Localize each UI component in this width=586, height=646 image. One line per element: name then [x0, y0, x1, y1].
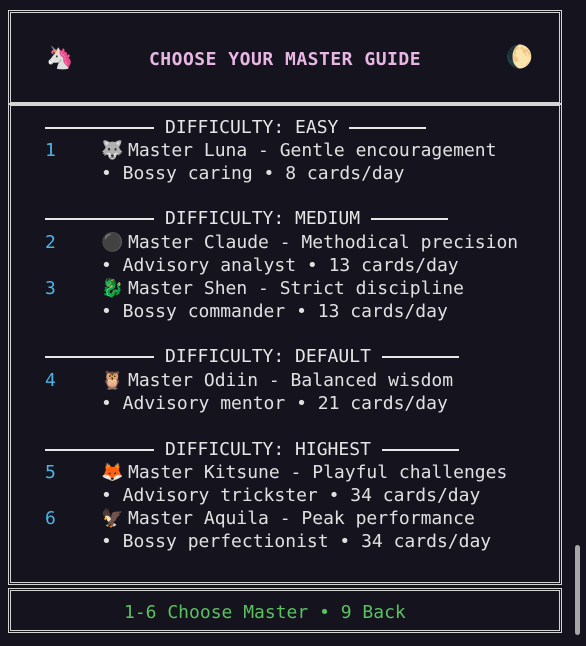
master-option-shen[interactable]: 🐉 Master Shen - Strict discipline	[101, 278, 464, 299]
section-heading-label: DIFFICULTY: DEFAULT	[165, 346, 371, 367]
master-option-kitsune[interactable]: 🦊 Master Kitsune - Playful challenges	[101, 462, 507, 483]
master-number-2[interactable]: 2	[45, 232, 56, 253]
section-heading-label: DIFFICULTY: MEDIUM	[165, 208, 361, 229]
rule-right	[349, 126, 427, 129]
section-heading-label: DIFFICULTY: HIGHEST	[165, 439, 371, 460]
wolf-icon: 🐺	[101, 140, 124, 161]
footer-panel: 1-6 Choose Master • 9 Back	[8, 588, 562, 633]
scrollbar-thumb[interactable]	[575, 545, 580, 635]
section-heading-highest: DIFFICULTY: HIGHEST	[45, 439, 459, 460]
master-option-aquila[interactable]: 🦅 Master Aquila - Peak performance	[101, 508, 475, 529]
dragon-icon: 🐉	[101, 278, 124, 299]
master-option-claude[interactable]: ⚫ Master Claude - Methodical precision	[101, 232, 518, 253]
master-number-6[interactable]: 6	[45, 508, 56, 529]
moon-icon: 🌔	[505, 45, 533, 70]
rule-left	[45, 217, 154, 220]
master-number-1[interactable]: 1	[45, 140, 56, 161]
fox-icon: 🦊	[101, 462, 124, 483]
eagle-icon: 🦅	[101, 508, 124, 529]
master-detail: • Bossy commander • 13 cards/day	[101, 301, 448, 322]
master-detail: • Bossy perfectionist • 34 cards/day	[101, 531, 492, 552]
section-heading-medium: DIFFICULTY: MEDIUM	[45, 208, 449, 229]
master-number-4[interactable]: 4	[45, 370, 56, 391]
master-title: Master Luna - Gentle encouragement	[128, 140, 497, 161]
rule-right	[381, 355, 459, 358]
section-heading-easy: DIFFICULTY: EASY	[45, 117, 427, 138]
section-heading-label: DIFFICULTY: EASY	[165, 117, 339, 138]
black-circle-icon: ⚫	[101, 232, 124, 253]
master-option-odiin[interactable]: 🦉 Master Odiin - Balanced wisdom	[101, 370, 453, 391]
rule-left	[45, 126, 154, 129]
section-heading-default: DIFFICULTY: DEFAULT	[45, 346, 459, 367]
master-detail: • Bossy caring • 8 cards/day	[101, 163, 405, 184]
master-number-3[interactable]: 3	[45, 278, 56, 299]
master-number-5[interactable]: 5	[45, 462, 56, 483]
master-title: Master Claude - Methodical precision	[128, 232, 519, 253]
master-title: Master Kitsune - Playful challenges	[128, 462, 508, 483]
owl-icon: 🦉	[101, 370, 124, 391]
rule-right	[371, 217, 449, 220]
header-panel: 🦄 CHOOSE YOUR MASTER GUIDE 🌔	[8, 10, 562, 105]
master-title: Master Aquila - Peak performance	[128, 508, 475, 529]
rule-right	[381, 448, 459, 451]
master-title: Master Shen - Strict discipline	[128, 278, 464, 299]
key-hints: 1-6 Choose Master • 9 Back	[124, 602, 406, 623]
master-option-luna[interactable]: 🐺 Master Luna - Gentle encouragement	[101, 140, 496, 161]
master-detail: • Advisory mentor • 21 cards/day	[101, 393, 448, 414]
page-title: CHOOSE YOUR MASTER GUIDE	[148, 49, 422, 70]
rule-left	[45, 355, 154, 358]
rule-left	[45, 448, 154, 451]
master-detail: • Advisory trickster • 34 cards/day	[101, 485, 481, 506]
master-title: Master Odiin - Balanced wisdom	[128, 370, 454, 391]
master-detail: • Advisory analyst • 13 cards/day	[101, 255, 459, 276]
